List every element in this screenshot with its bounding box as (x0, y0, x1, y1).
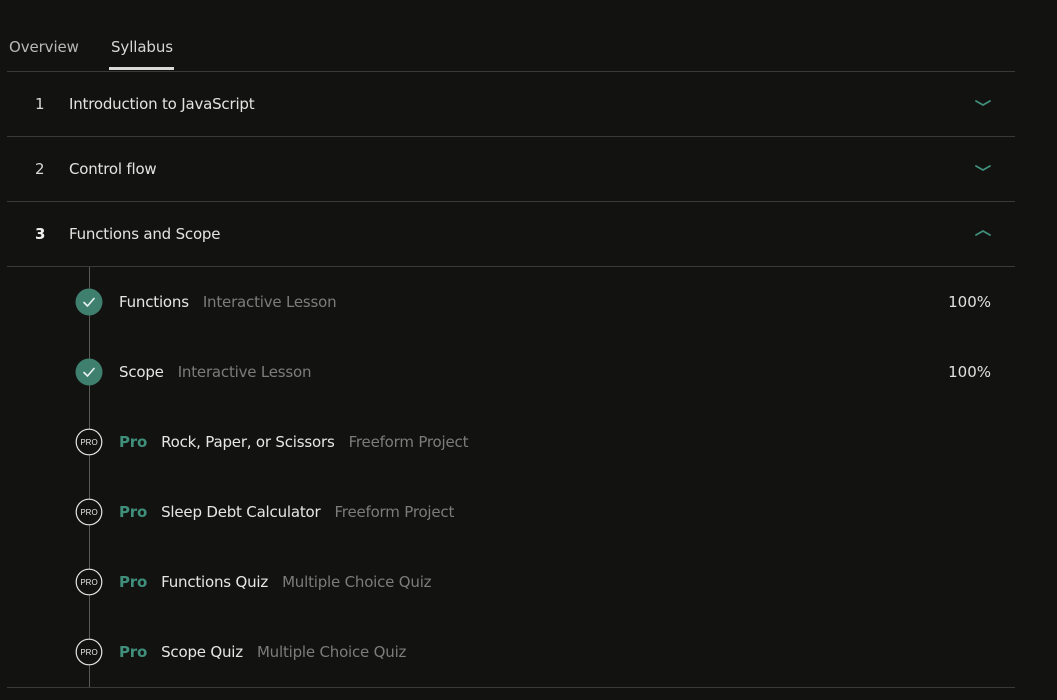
lesson-name: Functions (119, 293, 189, 311)
lesson-progress: 100% (948, 293, 991, 311)
lesson-type: Interactive Lesson (177, 363, 312, 381)
syllabus-panel: Overview Syllabus 1 Introduction to Java… (7, 0, 1015, 688)
chevron-down-icon[interactable] (973, 161, 993, 175)
module-number: 1 (35, 95, 45, 113)
module-row-1[interactable]: 1 Introduction to JavaScript (7, 72, 1015, 137)
pro-badge-text: PRO (80, 578, 97, 587)
pro-label: Pro (119, 573, 148, 591)
lesson-name: Functions Quiz (161, 573, 269, 591)
tab-overview[interactable]: Overview (9, 38, 79, 56)
lesson-name: Sleep Debt Calculator (161, 503, 321, 521)
chevron-down-icon[interactable] (973, 96, 993, 110)
pro-badge-icon: PRO (75, 638, 103, 666)
lesson-item[interactable]: PRO Pro Sleep Debt Calculator Freeform Pro… (7, 497, 1015, 527)
lesson-type: Freeform Project (348, 433, 469, 451)
module-title: Control flow (69, 160, 157, 178)
module-number: 2 (35, 160, 45, 178)
lesson-type: Interactive Lesson (202, 293, 337, 311)
lesson-progress: 100% (948, 363, 991, 381)
lesson-name: Scope Quiz (161, 643, 243, 661)
lesson-name: Rock, Paper, or Scissors (161, 433, 335, 451)
pro-label: Pro (119, 503, 148, 521)
module-row-2[interactable]: 2 Control flow (7, 137, 1015, 202)
pro-badge-text: PRO (80, 508, 97, 517)
module-title: Introduction to JavaScript (69, 95, 255, 113)
check-circle-icon (75, 288, 103, 316)
timeline-line (89, 267, 90, 687)
pro-label: Pro (119, 433, 148, 451)
pro-badge-icon: PRO (75, 568, 103, 596)
lesson-type: Multiple Choice Quiz (256, 643, 407, 661)
lesson-item[interactable]: Scope Interactive Lesson 100% (7, 357, 1015, 387)
lesson-item[interactable]: PRO Pro Rock, Paper, or Scissors Freeform … (7, 427, 1015, 457)
module-title: Functions and Scope (69, 225, 221, 243)
pro-badge-text: PRO (80, 648, 97, 657)
module-number: 3 (35, 225, 46, 243)
lesson-item[interactable]: PRO Pro Scope Quiz Multiple Choice Quiz (7, 637, 1015, 667)
pro-label: Pro (119, 643, 148, 661)
lesson-name: Scope (119, 363, 164, 381)
pro-badge-text: PRO (80, 438, 97, 447)
pro-badge-icon: PRO (75, 498, 103, 526)
check-circle-icon (75, 358, 103, 386)
lesson-item[interactable]: Functions Interactive Lesson 100% (7, 287, 1015, 317)
lesson-item[interactable]: PRO Pro Functions Quiz Multiple Choice Qui… (7, 567, 1015, 597)
pro-badge-icon: PRO (75, 428, 103, 456)
active-tab-indicator (109, 67, 174, 70)
lesson-type: Multiple Choice Quiz (282, 573, 432, 591)
lesson-list: Functions Interactive Lesson 100% Scope In… (7, 267, 1015, 688)
chevron-up-icon[interactable] (973, 226, 993, 240)
lesson-type: Freeform Project (334, 503, 455, 521)
tab-bar: Overview Syllabus (7, 0, 1015, 72)
module-row-3[interactable]: 3 Functions and Scope (7, 202, 1015, 267)
tab-syllabus[interactable]: Syllabus (111, 38, 173, 56)
